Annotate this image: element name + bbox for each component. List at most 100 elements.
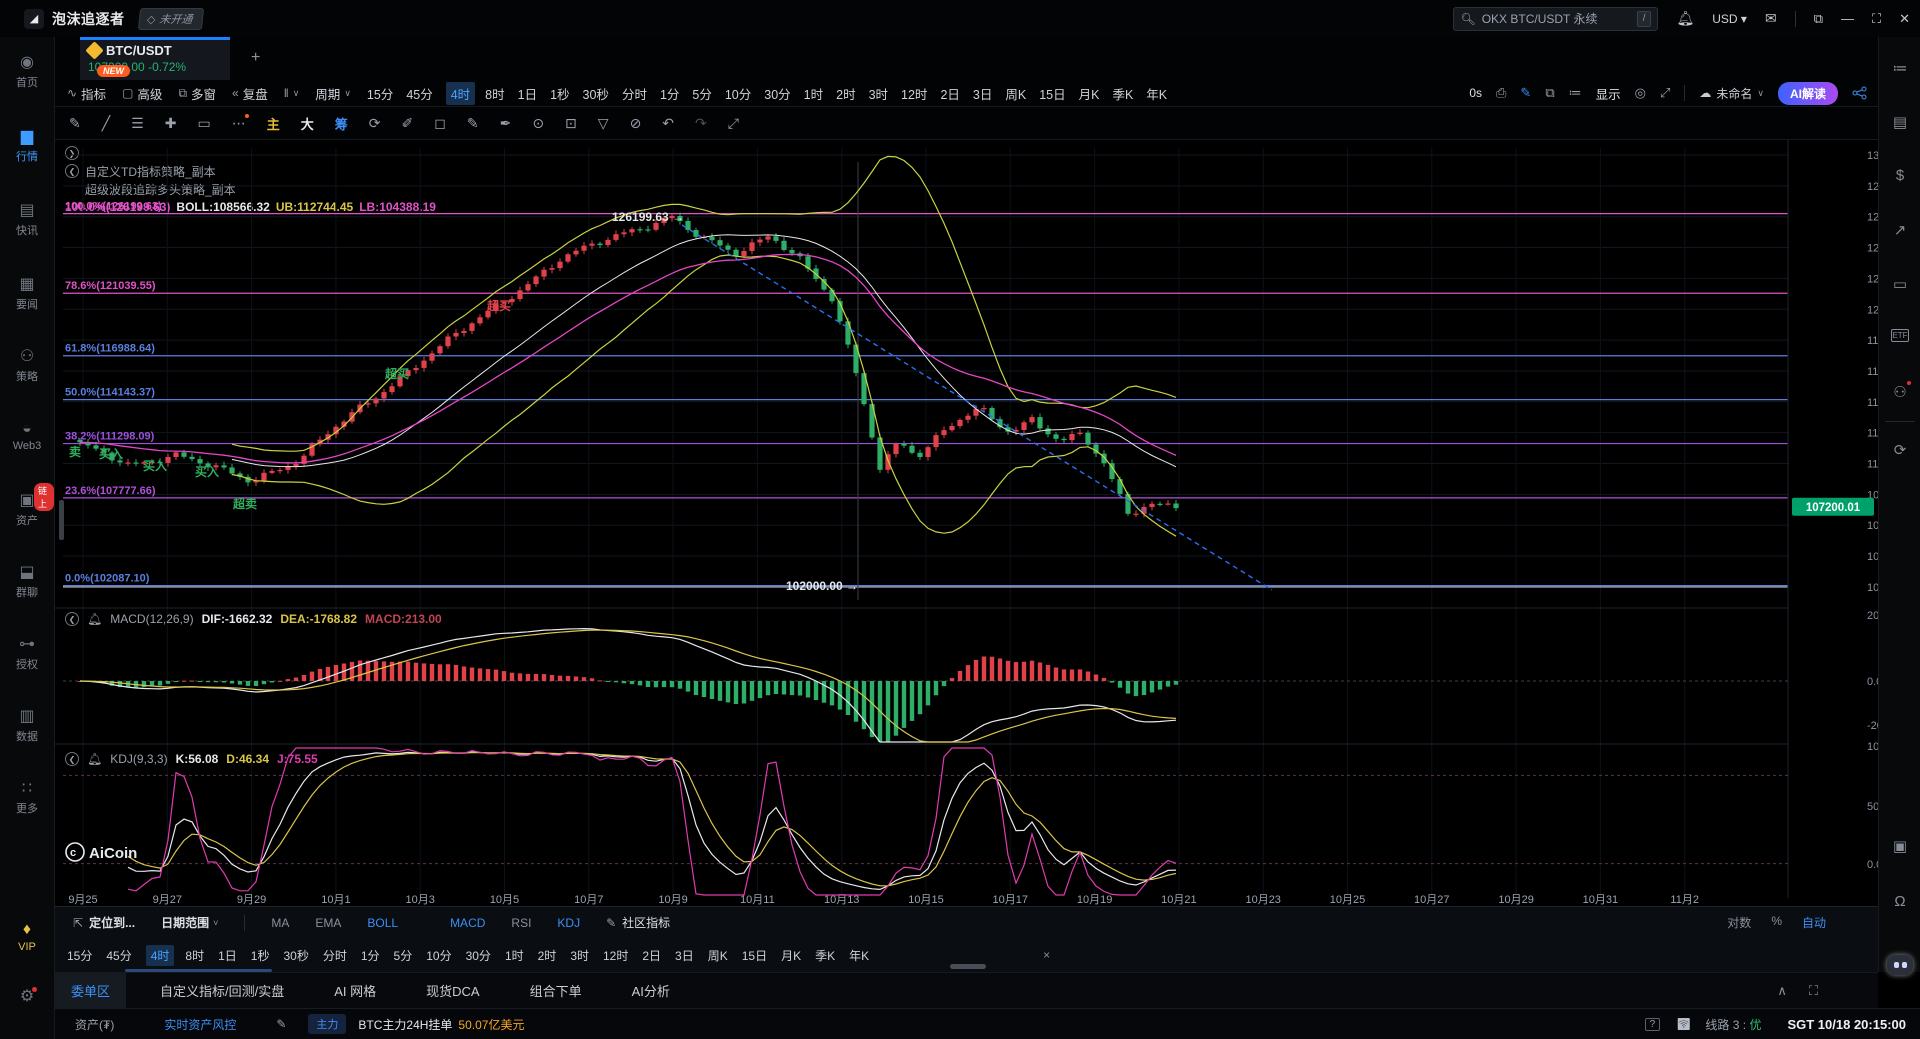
- robot-icon[interactable]: ⚇: [1879, 383, 1920, 401]
- line-tool-icon[interactable]: ╱: [102, 115, 110, 132]
- period-menu-button[interactable]: 周期∨: [315, 84, 351, 103]
- currency-dropdown[interactable]: USD ▾: [1712, 12, 1747, 26]
- add-tab-button[interactable]: +: [251, 49, 260, 67]
- period-30秒[interactable]: 30秒: [583, 84, 609, 103]
- quick-period-10分[interactable]: 10分: [426, 947, 451, 964]
- period-1时[interactable]: 1时: [804, 84, 823, 103]
- collapse-icon[interactable]: ❮: [65, 612, 79, 626]
- quick-period-4时[interactable]: 4时: [146, 945, 175, 966]
- fullscreen-icon[interactable]: ⤢: [1660, 85, 1670, 101]
- quick-period-1秒[interactable]: 1秒: [251, 947, 270, 964]
- rect-tool-icon[interactable]: ▭: [197, 115, 210, 132]
- indicator-macd[interactable]: MACD: [450, 916, 485, 930]
- period-季K[interactable]: 季K: [1112, 84, 1133, 103]
- period-15日[interactable]: 15日: [1039, 84, 1065, 103]
- refresh-icon[interactable]: ⟳: [369, 115, 381, 132]
- period-10分[interactable]: 10分: [725, 84, 751, 103]
- period-5分[interactable]: 5分: [692, 84, 711, 103]
- link-icon[interactable]: ⊙: [532, 115, 544, 132]
- price-chart-canvas[interactable]: 130000.00128000.00126000.00124000.001220…: [55, 140, 1878, 906]
- duplicate-icon[interactable]: ⧉: [1545, 85, 1554, 101]
- monitor-icon[interactable]: ▭: [1879, 275, 1920, 293]
- sidebar-item-vip[interactable]: ♦VIP: [0, 922, 55, 953]
- indicator-kdj[interactable]: KDJ: [557, 916, 580, 930]
- large-btn[interactable]: 大: [301, 114, 314, 133]
- pencil-tool-icon[interactable]: ✎: [69, 115, 81, 132]
- indicator-ma[interactable]: MA: [271, 916, 289, 930]
- layout-name-dropdown[interactable]: ☁ 未命名∨: [1699, 85, 1764, 102]
- period-12时[interactable]: 12时: [901, 84, 927, 103]
- community-indicators-button[interactable]: 社区指标: [622, 914, 670, 931]
- quick-period-2日[interactable]: 2日: [642, 947, 661, 964]
- period-15分[interactable]: 15分: [367, 84, 393, 103]
- multi-window-button[interactable]: ⧉多窗: [178, 84, 216, 103]
- sidebar-item-strategy[interactable]: ⚇策略: [0, 349, 55, 384]
- period-周K[interactable]: 周K: [1005, 84, 1026, 103]
- panel-tab-2[interactable]: AI 网格: [318, 973, 392, 1008]
- quick-period-年K[interactable]: 年K: [849, 947, 869, 964]
- ai-analysis-button[interactable]: AI解读: [1778, 82, 1838, 105]
- orderbook-icon[interactable]: ≔: [1879, 59, 1920, 77]
- quick-period-12时[interactable]: 12时: [603, 947, 628, 964]
- edit-icon[interactable]: ✎: [276, 1017, 286, 1031]
- line-status[interactable]: 线路 3 : 优: [1705, 1016, 1761, 1033]
- quick-period-季K[interactable]: 季K: [815, 947, 835, 964]
- panel-tab-3[interactable]: 现货DCA: [410, 973, 495, 1008]
- quick-period-30分[interactable]: 30分: [466, 947, 491, 964]
- redo-icon[interactable]: ↷: [695, 115, 707, 132]
- sidebar-item-home[interactable]: ◉首页: [0, 55, 55, 90]
- help-icon[interactable]: ?: [1645, 1018, 1661, 1031]
- maximize-icon[interactable]: ⛶: [1872, 11, 1881, 27]
- window-icon[interactable]: ▣: [1879, 837, 1920, 855]
- period-30分[interactable]: 30分: [764, 84, 790, 103]
- sidebar-item-flash-news[interactable]: ▤快讯: [0, 203, 55, 238]
- etf-icon[interactable]: ETF: [1891, 329, 1909, 342]
- quick-period-1时[interactable]: 1时: [505, 947, 524, 964]
- assets-label[interactable]: 资产(₮): [75, 1016, 114, 1033]
- brush-icon[interactable]: ✐: [401, 115, 413, 132]
- chart-area[interactable]: ❯ ❮ 自定义TD指标策略_副本 超级波段追踪多头策略_副本 100.0%(12…: [55, 140, 1878, 906]
- pip-icon[interactable]: ⧉: [1814, 11, 1823, 27]
- scale-option-对数[interactable]: 对数: [1727, 914, 1751, 931]
- period-2时[interactable]: 2时: [836, 84, 855, 103]
- undo-icon[interactable]: ↶: [662, 115, 674, 132]
- period-1日[interactable]: 1日: [518, 84, 537, 103]
- period-45分[interactable]: 45分: [406, 84, 432, 103]
- quick-period-45分[interactable]: 45分: [106, 947, 131, 964]
- period-4时[interactable]: 4时: [446, 82, 475, 105]
- close-icon[interactable]: ✕: [1899, 11, 1910, 27]
- quick-period-1日[interactable]: 1日: [218, 947, 237, 964]
- display-button[interactable]: 显示: [1596, 84, 1621, 103]
- quick-period-3时[interactable]: 3时: [570, 947, 589, 964]
- filter-icon[interactable]: ▽: [598, 115, 609, 132]
- indicator-button[interactable]: ∿指标: [67, 84, 106, 103]
- target-icon[interactable]: ◎: [1635, 85, 1646, 101]
- share-icon[interactable]: [1852, 86, 1868, 100]
- sidebar-item-market[interactable]: ▆行情: [0, 129, 55, 164]
- quick-period-15分[interactable]: 15分: [67, 947, 92, 964]
- quick-period-1分[interactable]: 1分: [361, 947, 380, 964]
- period-3日[interactable]: 3日: [973, 84, 992, 103]
- sidebar-item-authorize[interactable]: ⊶授权: [0, 637, 55, 672]
- ai-assistant-icon[interactable]: [1887, 955, 1913, 975]
- list-icon[interactable]: ≔: [1569, 85, 1582, 101]
- more-tools-icon[interactable]: ⋯: [232, 115, 246, 132]
- collapse-panel-icon[interactable]: ∧: [1777, 983, 1787, 999]
- scale-option-自动[interactable]: 自动: [1802, 914, 1826, 931]
- period-分时[interactable]: 分时: [622, 84, 647, 103]
- quick-period-分时[interactable]: 分时: [323, 947, 347, 964]
- not-activated-badge[interactable]: ◇未开通: [137, 8, 204, 30]
- quick-period-8时[interactable]: 8时: [185, 947, 204, 964]
- replay-button[interactable]: «复盘: [232, 84, 268, 103]
- period-月K[interactable]: 月K: [1079, 84, 1100, 103]
- period-1秒[interactable]: 1秒: [550, 84, 569, 103]
- indicator-boll[interactable]: BOLL: [367, 916, 398, 930]
- scale-option-%[interactable]: %: [1771, 914, 1782, 931]
- alert-bell-icon[interactable]: 🔔︎: [87, 752, 102, 766]
- cross-tool-icon[interactable]: ✚: [165, 115, 177, 132]
- main-force-pill[interactable]: 主力: [308, 1014, 346, 1034]
- quick-period-月K[interactable]: 月K: [781, 947, 801, 964]
- sidebar-item-group-chat[interactable]: ⬓群聊: [0, 565, 55, 600]
- panel-tab-4[interactable]: 组合下单: [514, 973, 598, 1008]
- chart-type-button[interactable]: ‖∨: [284, 86, 300, 100]
